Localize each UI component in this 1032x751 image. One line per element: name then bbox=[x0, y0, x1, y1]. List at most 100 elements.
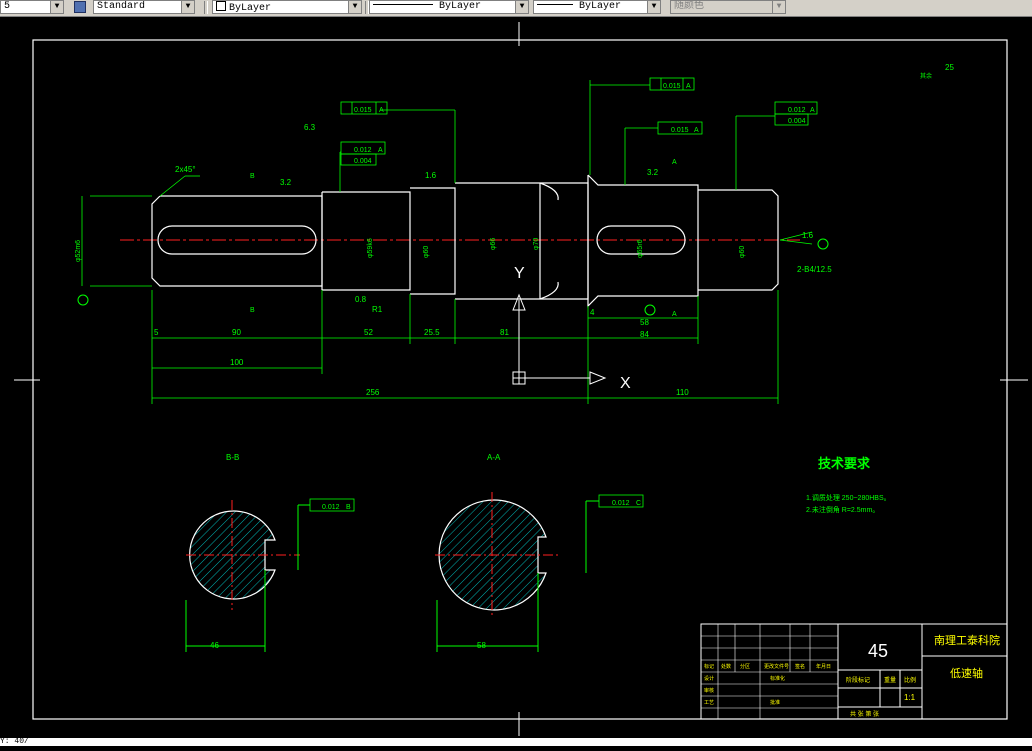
chevron-down-icon[interactable]: ▼ bbox=[50, 1, 63, 13]
command-prompt: Y: 40/ bbox=[0, 737, 29, 746]
chevron-down-icon[interactable]: ▼ bbox=[515, 1, 528, 13]
roughness-6-3: 6.3 bbox=[304, 123, 316, 132]
svg-text:φ52m6: φ52m6 bbox=[75, 240, 82, 262]
scale-text: 1:1 bbox=[904, 693, 916, 702]
model-space-canvas[interactable]: 0.015 A 0.015 A 0.012 A 0.004 0.012 A 0.… bbox=[0, 17, 1032, 746]
tol-value-1: 0.015 bbox=[663, 83, 681, 90]
dim-chamfer: 2x45° bbox=[175, 165, 196, 174]
datum-a-1: A bbox=[686, 83, 691, 90]
dimstyle-icon[interactable] bbox=[74, 1, 86, 13]
tol-value-5: 0.012 bbox=[788, 107, 806, 114]
roughness-default-prefix: 其余 bbox=[920, 72, 932, 80]
datum-circles bbox=[77, 238, 829, 316]
roughness-1-6-b: 1.6 bbox=[802, 231, 814, 240]
svg-text:φ66: φ66 bbox=[490, 238, 497, 250]
dim-r1: R1 bbox=[372, 305, 383, 314]
datum-a-4: A bbox=[810, 107, 815, 114]
dim-4: 4 bbox=[590, 308, 595, 317]
drawing-border bbox=[32, 39, 1008, 720]
dimstyle-select[interactable]: Standard ▼ bbox=[93, 0, 195, 14]
section-bb-view: B-B bbox=[185, 453, 310, 652]
datum-a-2: A bbox=[379, 107, 384, 114]
section-aa-view: A-A bbox=[435, 453, 599, 652]
title-block: 45 南理工泰科院 低速轴 1:1 阶段标记 重量 比例 共 张 第 张 标记 … bbox=[700, 623, 1008, 720]
tech-req-2: 2.未注倒角 R=2.5mm。 bbox=[806, 505, 879, 514]
dim-center-hole: 2-B4/12.5 bbox=[797, 265, 832, 274]
linetype-select[interactable]: ByLayer ▼ bbox=[369, 0, 529, 14]
ucs-x-label: X bbox=[620, 375, 631, 392]
command-line[interactable]: Y: 40/ bbox=[0, 738, 1032, 746]
tb-label-0: 标记 bbox=[704, 663, 714, 670]
ucs-icon: Y X bbox=[512, 265, 631, 392]
dim-58: 58 bbox=[640, 318, 649, 327]
dim-110: 110 bbox=[676, 388, 689, 397]
lineweight-value: ByLayer bbox=[579, 1, 622, 12]
tb-row-design: 设计 bbox=[704, 675, 714, 682]
linetype-value: ByLayer bbox=[439, 1, 482, 12]
dimstyle-value: Standard bbox=[97, 1, 146, 12]
color-swatch-icon bbox=[216, 1, 226, 11]
tolerance-texts: 0.015 A 0.015 A 0.012 A 0.004 0.012 A 0.… bbox=[322, 83, 815, 511]
svg-text:φ70: φ70 bbox=[533, 238, 540, 250]
tech-req-1: 1.调质处理 250~280HBS。 bbox=[806, 493, 891, 502]
tb-label-4: 签名 bbox=[795, 663, 805, 670]
tol-value-c: 0.012 bbox=[612, 500, 630, 507]
color-select[interactable]: ByLayer ▼ bbox=[212, 0, 362, 14]
tolerance-frames bbox=[309, 77, 818, 512]
tb-label-1: 处数 bbox=[721, 663, 731, 670]
tb-row-std: 标准化 bbox=[770, 675, 785, 682]
svg-text:φ65r6: φ65r6 bbox=[637, 239, 644, 258]
ucs-y-label: Y bbox=[514, 265, 525, 282]
tech-title: 技术要求 bbox=[818, 456, 871, 471]
textstyle-select[interactable]: 5 ▼ bbox=[0, 0, 64, 14]
tb-label-5: 年月日 bbox=[816, 663, 831, 670]
svg-text:φ60: φ60 bbox=[739, 246, 746, 258]
tol-value-3: 0.012 bbox=[354, 147, 372, 154]
datum-b: B bbox=[346, 504, 351, 511]
dim-90: 90 bbox=[232, 328, 241, 337]
roughness-3-2-a: 3.2 bbox=[280, 178, 292, 187]
datum-c: C bbox=[636, 500, 641, 507]
roughness-3-2-b: 3.2 bbox=[647, 168, 659, 177]
section-bb-title: B-B bbox=[226, 453, 239, 462]
tol-value-4: 0.004 bbox=[354, 158, 372, 165]
datum-a-3: A bbox=[378, 147, 383, 154]
chevron-down-icon[interactable]: ▼ bbox=[647, 1, 660, 13]
roughness-1-6-a: 1.6 bbox=[425, 171, 437, 180]
chevron-down-icon[interactable]: ▼ bbox=[772, 1, 785, 13]
section-mark-b: B bbox=[250, 173, 255, 180]
weight-label: 重量 bbox=[884, 676, 896, 684]
dim-100: 100 bbox=[230, 358, 244, 367]
school-text: 南理工泰科院 bbox=[934, 633, 1000, 647]
material-text: 45 bbox=[868, 641, 888, 661]
dim-256: 256 bbox=[366, 388, 380, 397]
tb-label-2: 分区 bbox=[740, 663, 750, 670]
tb-row-craft: 工艺 bbox=[704, 700, 714, 706]
dim-84: 84 bbox=[640, 330, 649, 339]
chevron-down-icon[interactable]: ▼ bbox=[181, 1, 194, 13]
plotstyle-value: 随颜色 bbox=[674, 1, 704, 12]
lineweight-select[interactable]: ByLayer ▼ bbox=[533, 0, 661, 14]
scale-label: 比例 bbox=[904, 676, 916, 684]
section-mark-a-2: A bbox=[672, 311, 677, 318]
lineweight-preview bbox=[537, 4, 573, 5]
chevron-down-icon[interactable]: ▼ bbox=[348, 1, 361, 13]
dim-5: 5 bbox=[154, 328, 159, 337]
dim-81: 81 bbox=[500, 328, 509, 337]
tb-label-3: 更改文件号 bbox=[764, 663, 789, 670]
roughness-default-value: 25 bbox=[945, 63, 954, 72]
tb-row-approve: 批准 bbox=[770, 699, 780, 706]
dim-52: 52 bbox=[364, 328, 373, 337]
linetype-preview bbox=[373, 4, 433, 5]
tb-row-check: 审核 bbox=[704, 687, 714, 694]
svg-text:φ60: φ60 bbox=[423, 246, 430, 258]
dimension-lines bbox=[81, 80, 813, 404]
part-name-text: 低速轴 bbox=[950, 666, 983, 680]
plotstyle-select[interactable]: 随颜色 ▼ bbox=[670, 0, 786, 14]
svg-text:φ59k6: φ59k6 bbox=[367, 238, 374, 258]
dim-25-5: 25.5 bbox=[424, 328, 440, 337]
section-aa-title: A-A bbox=[487, 453, 501, 462]
stage-label: 阶段标记 bbox=[846, 676, 870, 684]
tol-value-6: 0.004 bbox=[788, 118, 806, 125]
properties-toolbar: 5 ▼ Standard ▼ ByLayer ▼ ByLayer ▼ ByLay… bbox=[0, 0, 1032, 17]
